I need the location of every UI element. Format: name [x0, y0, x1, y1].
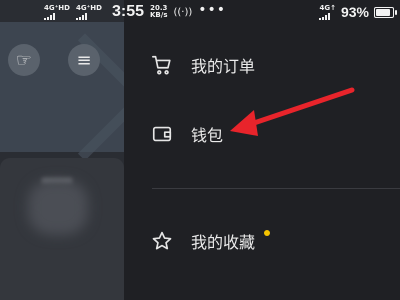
hotspot-icon: ((·)) — [173, 6, 193, 18]
network-indicator-3: 4G↑ — [319, 4, 336, 20]
network-indicator-1: 4G⁺HD — [44, 4, 70, 20]
battery-percent: 93% — [340, 4, 369, 20]
network-indicator-2: 4G⁺HD — [75, 4, 102, 20]
battery-icon — [374, 6, 397, 18]
status-bar: 4G⁺HD 4G⁺HD 3:55 20.3 KB/s ((·)) ••• 4G↑… — [0, 0, 400, 26]
annotation-arrow — [230, 87, 355, 136]
more-dots-icon: ••• — [198, 2, 227, 18]
network-speed: 20.3 KB/s — [150, 4, 168, 19]
clock: 3:55 — [111, 3, 144, 20]
